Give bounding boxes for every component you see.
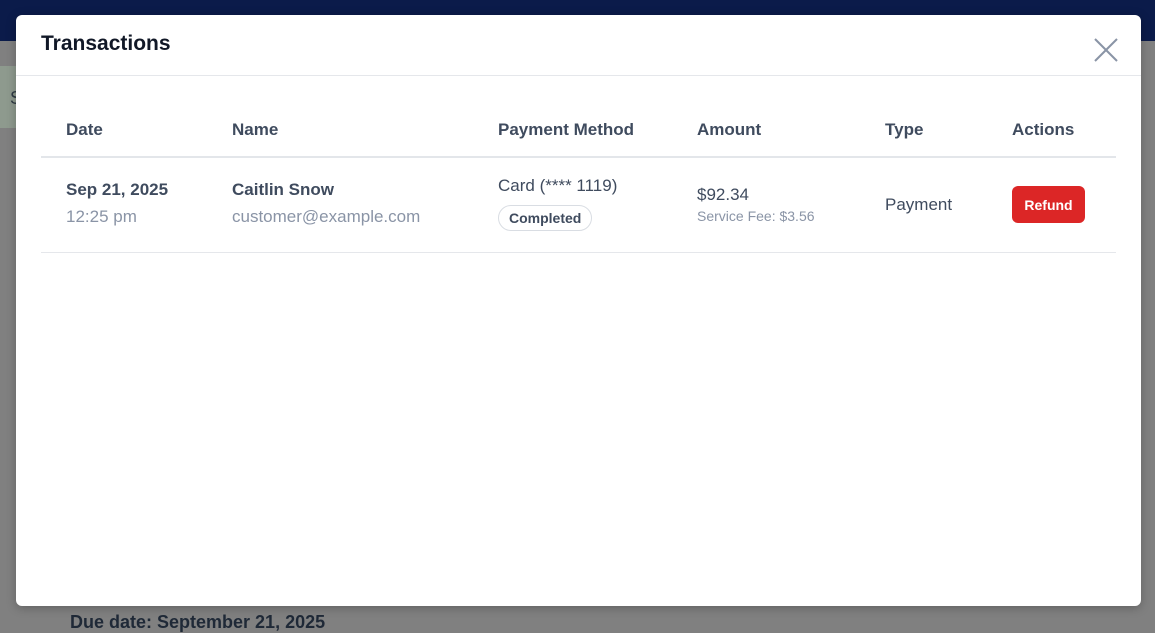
background-due-date: Due date: September 21, 2025 — [70, 612, 326, 632]
header-actions: Actions — [1012, 120, 1075, 139]
payment-method-cell: Card (**** 1119) Completed — [498, 176, 617, 231]
transaction-type: Payment — [885, 195, 953, 214]
customer-email: customer@example.com — [232, 207, 421, 226]
modal-title: Transactions — [41, 32, 171, 55]
refund-button[interactable]: Refund — [1012, 186, 1085, 223]
header-payment-method: Payment Method — [498, 120, 635, 139]
header-name: Name — [232, 120, 279, 139]
modal-header: Transactions — [16, 15, 1141, 76]
transaction-date: Sep 21, 2025 — [66, 180, 169, 199]
header-amount: Amount — [697, 120, 762, 139]
amount-value: $92.34 — [697, 185, 749, 204]
table-row: Sep 21, 2025 12:25 pm Caitlin Snow custo… — [41, 158, 1116, 253]
transaction-time: 12:25 pm — [66, 207, 137, 226]
status-badge: Completed — [498, 205, 593, 231]
transactions-modal: Transactions Date Name Payment Method Am… — [16, 15, 1141, 606]
close-button[interactable] — [1091, 35, 1121, 65]
table-header: Date Name Payment Method Amount Type Act… — [41, 103, 1116, 158]
amount-cell: $92.34 Service Fee: $3.56 — [697, 185, 815, 224]
header-date: Date — [66, 120, 103, 139]
customer-name: Caitlin Snow — [232, 180, 334, 199]
header-type: Type — [885, 120, 924, 139]
close-icon — [1094, 38, 1118, 62]
name-cell: Caitlin Snow customer@example.com — [232, 180, 420, 227]
transactions-table: Date Name Payment Method Amount Type Act… — [41, 103, 1116, 253]
payment-method: Card (**** 1119) — [498, 176, 618, 195]
date-cell: Sep 21, 2025 12:25 pm — [66, 180, 168, 227]
service-fee: Service Fee: $3.56 — [697, 208, 815, 224]
